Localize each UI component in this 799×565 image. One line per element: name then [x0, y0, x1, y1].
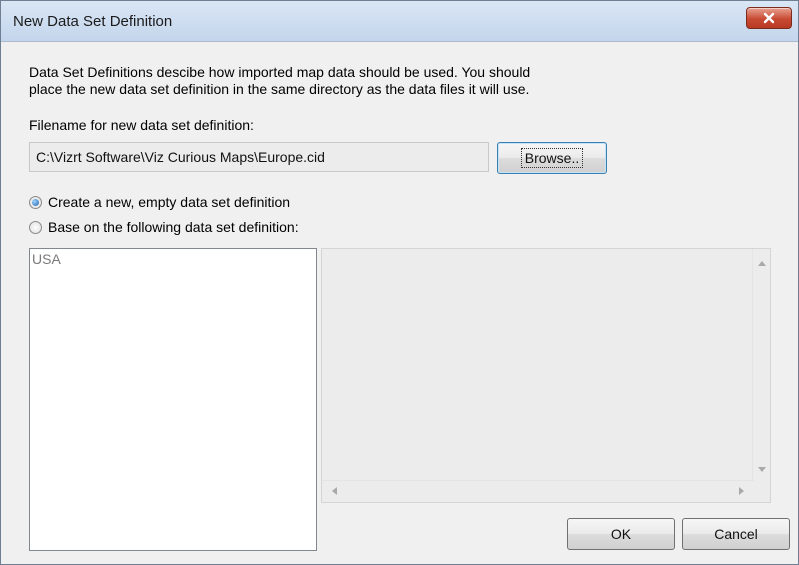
close-button[interactable] [746, 7, 792, 29]
base-on-radio[interactable] [29, 220, 42, 234]
base-on-option[interactable]: Base on the following data set definitio… [29, 219, 299, 235]
description-line-2: place the new data set definition in the… [29, 81, 530, 97]
description-line-1: Data Set Definitions descibe how importe… [29, 64, 531, 80]
cancel-button[interactable]: Cancel [682, 518, 790, 550]
scroll-left-arrow-icon[interactable] [332, 487, 337, 495]
title-bar[interactable]: New Data Set Definition [1, 1, 798, 42]
horizontal-scrollbar[interactable] [322, 480, 754, 502]
list-item[interactable]: USA [30, 249, 316, 269]
ok-button[interactable]: OK [567, 518, 675, 550]
scroll-down-arrow-icon[interactable] [758, 467, 766, 472]
description-text: Data Set Definitions descibe how importe… [29, 64, 669, 98]
definitions-list[interactable]: USA [29, 248, 317, 551]
dialog-body: Data Set Definitions descibe how importe… [1, 42, 798, 564]
base-on-label: Base on the following data set definitio… [48, 219, 299, 235]
dialog-window: New Data Set Definition Data Set Definit… [0, 0, 799, 565]
browse-button[interactable]: Browse.. [497, 142, 607, 174]
create-new-option[interactable]: Create a new, empty data set definition [29, 194, 290, 210]
filename-label: Filename for new data set definition: [29, 117, 254, 133]
browse-button-label: Browse.. [520, 148, 584, 168]
scroll-up-arrow-icon[interactable] [758, 261, 766, 266]
scroll-right-arrow-icon[interactable] [739, 487, 744, 495]
preview-pane [321, 248, 771, 503]
create-new-label: Create a new, empty data set definition [48, 194, 291, 210]
window-title: New Data Set Definition [13, 13, 173, 30]
create-new-radio[interactable] [29, 195, 42, 209]
ok-button-label: OK [610, 526, 632, 542]
close-x-icon [763, 12, 775, 24]
filename-input[interactable] [29, 142, 489, 172]
cancel-button-label: Cancel [714, 526, 758, 542]
vertical-scrollbar[interactable] [752, 249, 770, 482]
